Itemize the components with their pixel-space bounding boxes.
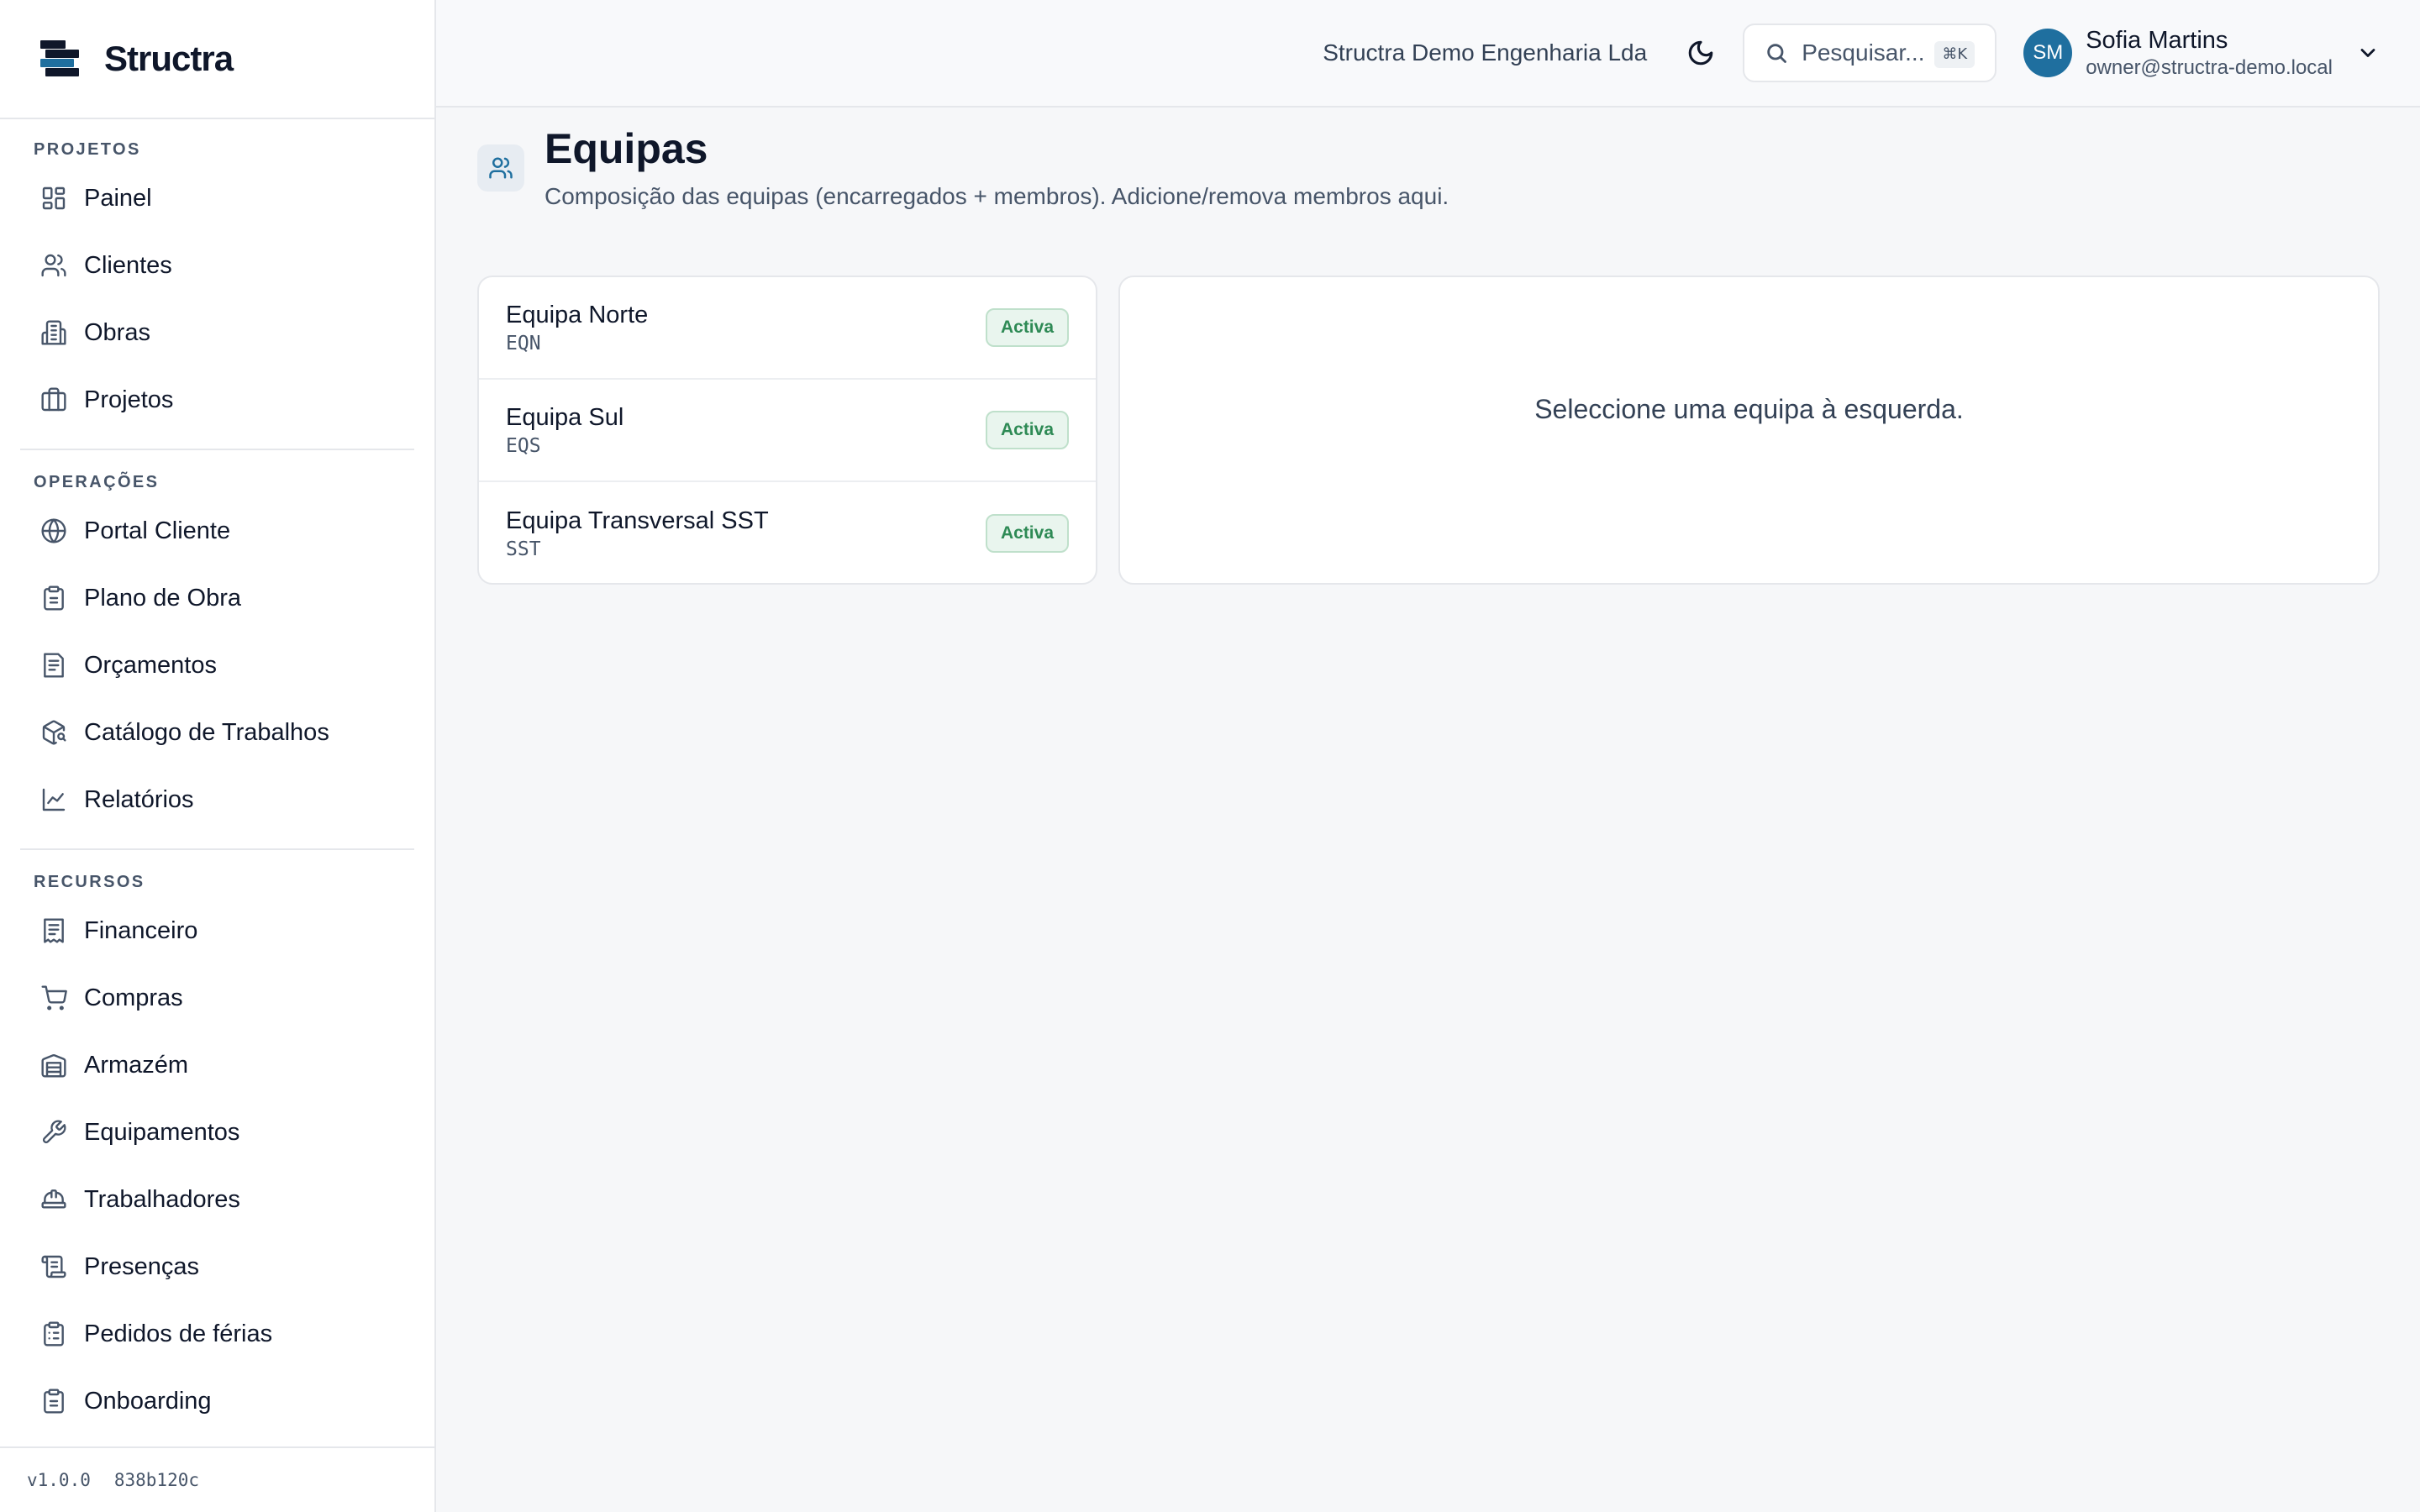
sidebar-item-label: Relatórios <box>84 785 194 813</box>
moon-icon <box>1688 40 1713 66</box>
team-name: Equipa Norte <box>506 302 649 328</box>
theme-toggle-button[interactable] <box>1677 29 1724 76</box>
sidebar-item-armazem[interactable]: Armazém <box>20 1032 414 1099</box>
team-code: SST <box>506 538 541 560</box>
user-email: owner@structra-demo.local <box>2086 56 2333 79</box>
document-icon <box>44 653 64 678</box>
sidebar-item-compras[interactable]: Compras <box>20 964 414 1032</box>
sidebar-item-label: Financeiro <box>84 916 198 944</box>
team-detail-panel: Seleccione uma equipa à esquerda. <box>1118 276 2380 585</box>
team-name: Equipa Transversal SST <box>506 507 769 534</box>
sidebar-item-clientes[interactable]: Clientes <box>20 232 414 299</box>
app-name: Structra <box>104 39 234 78</box>
team-row[interactable]: Equipa Transversal SST SST Activa <box>479 482 1096 583</box>
empty-state-message: Seleccione uma equipa à esquerda. <box>1534 393 1964 424</box>
status-badge: Activa <box>985 514 1069 553</box>
page-subtitle: Composição das equipas (encarregados + m… <box>544 183 1449 209</box>
sidebar-item-label: Equipamentos <box>84 1118 240 1146</box>
sidebar-item-relatorios[interactable]: Relatórios <box>20 766 414 833</box>
line-chart-icon <box>42 788 66 811</box>
brand[interactable]: Structra <box>0 0 434 119</box>
building-icon <box>41 320 66 345</box>
sidebar-item-label: Compras <box>84 984 183 1011</box>
nav-divider <box>20 848 414 850</box>
nav-divider <box>20 449 414 450</box>
chevron-down-icon <box>2360 49 2375 57</box>
users-icon <box>41 254 66 277</box>
hard-hat-icon <box>41 1189 66 1209</box>
receipt-icon <box>44 918 64 943</box>
sidebar-item-label: Painel <box>84 184 152 212</box>
team-code: EQS <box>506 435 541 457</box>
sidebar-nav: PROJETOS Painel Clientes Obras Projetos … <box>0 119 434 1435</box>
sidebar-footer: v1.0.0 838b120c <box>0 1446 434 1512</box>
user-info: Sofia Martins owner@structra-demo.local <box>2086 25 2333 81</box>
search-placeholder: Pesquisar... <box>1802 39 1925 66</box>
team-row[interactable]: Equipa Sul EQS Activa <box>479 380 1096 482</box>
company-name: Structra Demo Engenharia Lda <box>1323 39 1648 66</box>
sidebar-item-label: Orçamentos <box>84 651 217 679</box>
sidebar-item-obras[interactable]: Obras <box>20 299 414 366</box>
sidebar-item-projetos[interactable]: Projetos <box>20 366 414 433</box>
sidebar-item-label: Catálogo de Trabalhos <box>84 718 329 746</box>
status-badge: Activa <box>985 308 1069 347</box>
build-hash: 838b120c <box>113 1470 200 1490</box>
user-name: Sofia Martins <box>2086 27 2228 54</box>
sidebar-item-orcamentos[interactable]: Orçamentos <box>20 632 414 699</box>
sidebar-item-financeiro[interactable]: Financeiro <box>20 897 414 964</box>
sidebar-item-onboarding[interactable]: Onboarding <box>20 1368 414 1435</box>
clipboard-check-icon <box>44 1389 64 1414</box>
sidebar-item-label: Presenças <box>84 1252 200 1280</box>
sidebar-item-label: Plano de Obra <box>84 584 242 612</box>
team-row[interactable]: Equipa Norte EQN Activa <box>479 277 1096 380</box>
status-badge: Activa <box>985 411 1069 449</box>
sidebar-item-label: Projetos <box>84 386 174 413</box>
sidebar-item-label: Trabalhadores <box>84 1185 240 1213</box>
sidebar-item-label: Obras <box>84 318 150 346</box>
nav-group-title-projetos: PROJETOS <box>34 140 141 159</box>
sidebar-item-label: Portal Cliente <box>84 517 231 544</box>
user-menu[interactable]: SM Sofia Martins owner@structra-demo.loc… <box>2023 25 2380 81</box>
sidebar-item-painel[interactable]: Painel <box>20 165 414 232</box>
sidebar-item-plano-de-obra[interactable]: Plano de Obra <box>20 564 414 632</box>
structra-logo-icon <box>40 40 79 77</box>
globe-icon <box>41 518 66 543</box>
teams-icon <box>477 144 524 192</box>
clipboard-list-icon <box>44 1321 64 1347</box>
package-search-icon <box>42 720 66 745</box>
nav-group-title-recursos: RECURSOS <box>34 873 145 891</box>
search-shortcut-badge: ⌘K <box>1934 41 1975 68</box>
page-title: Equipas <box>544 125 708 172</box>
sidebar-item-pedidos-de-ferias[interactable]: Pedidos de férias <box>20 1300 414 1368</box>
topbar: Structra Demo Engenharia Lda Pesquisar..… <box>436 0 2420 108</box>
clipboard-icon <box>44 585 64 611</box>
app-version: v1.0.0 <box>27 1470 91 1490</box>
team-code: EQN <box>506 333 541 354</box>
wrench-icon <box>42 1120 66 1144</box>
sidebar-item-label: Clientes <box>84 251 172 279</box>
sidebar-item-label: Armazém <box>84 1051 189 1079</box>
sidebar-item-equipamentos[interactable]: Equipamentos <box>20 1099 414 1166</box>
team-name: Equipa Sul <box>506 404 624 431</box>
sidebar-item-portal-cliente[interactable]: Portal Cliente <box>20 497 414 564</box>
search-input[interactable]: Pesquisar... ⌘K <box>1743 24 1997 82</box>
avatar: SM <box>2023 29 2073 77</box>
sidebar-item-trabalhadores[interactable]: Trabalhadores <box>20 1166 414 1233</box>
nav-group-title-operacoes: OPERAÇÕES <box>34 473 160 491</box>
warehouse-icon <box>41 1054 66 1078</box>
teams-list: Equipa Norte EQN Activa Equipa Sul EQS A… <box>477 276 1097 585</box>
sidebar-item-label: Onboarding <box>84 1387 212 1415</box>
briefcase-icon <box>41 387 66 412</box>
sidebar: Structra PROJETOS Painel Clientes Obras … <box>0 0 436 1512</box>
search-icon <box>1767 44 1787 63</box>
cart-icon <box>41 985 67 1011</box>
scroll-icon <box>41 1255 66 1278</box>
sidebar-item-catalogo-de-trabalhos[interactable]: Catálogo de Trabalhos <box>20 699 414 766</box>
sidebar-item-presencas[interactable]: Presenças <box>20 1233 414 1300</box>
dashboard-icon <box>42 186 66 210</box>
sidebar-item-label: Pedidos de férias <box>84 1320 273 1347</box>
